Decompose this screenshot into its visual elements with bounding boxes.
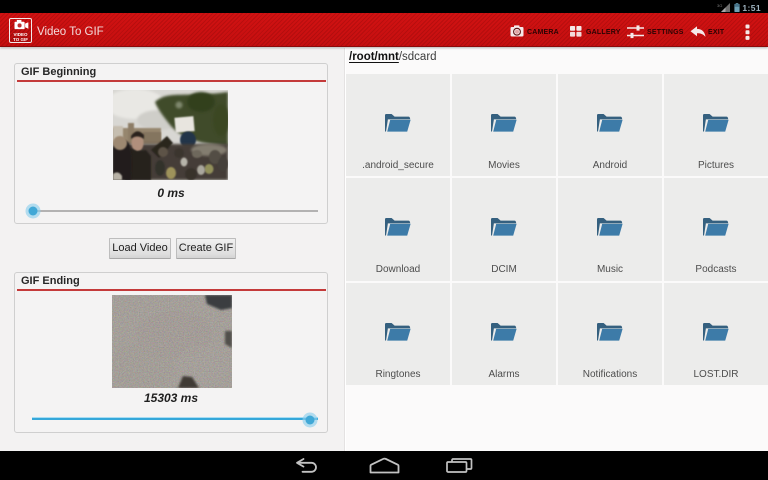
svg-text:3G: 3G [717,3,722,8]
